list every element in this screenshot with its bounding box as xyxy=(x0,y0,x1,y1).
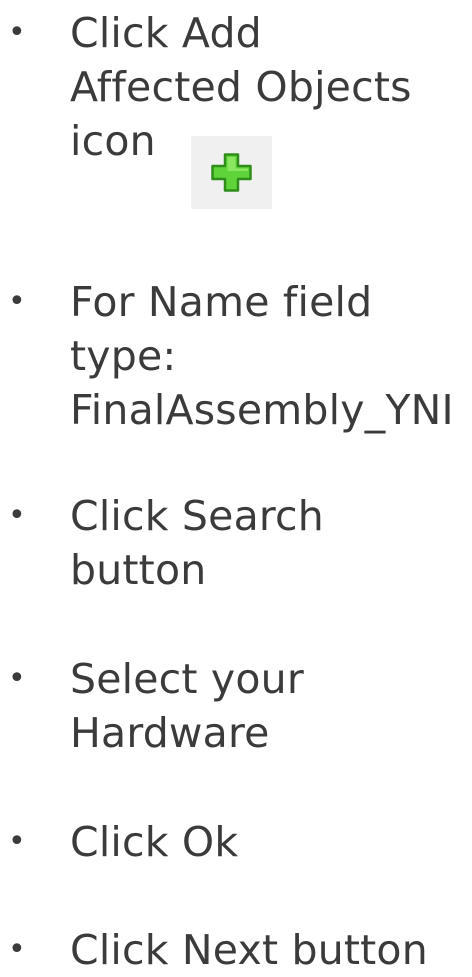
step-line: Select your xyxy=(70,655,304,703)
bullet: • xyxy=(8,498,26,533)
step-text: Click Ok xyxy=(70,815,470,869)
step-line: FinalAssembly_YNI xyxy=(70,386,454,434)
step-line: Click Search xyxy=(70,492,324,540)
step-text: Click Search button xyxy=(70,489,470,597)
step-line: For Name field xyxy=(70,278,373,326)
step-line: Hardware xyxy=(70,709,270,757)
step-line: Click Add xyxy=(70,9,262,57)
add-plus-icon xyxy=(211,153,252,192)
step-line: Click Ok xyxy=(70,818,239,866)
step-text: For Name field type: FinalAssembly_YNI xyxy=(70,275,470,437)
step-text: Click Next button xyxy=(70,923,470,977)
bullet: • xyxy=(8,824,26,859)
step-text: Select your Hardware xyxy=(70,652,470,760)
bullet: • xyxy=(8,284,26,319)
bullet: • xyxy=(8,15,26,50)
bullet: • xyxy=(8,932,26,967)
add-affected-objects-button[interactable] xyxy=(191,136,272,209)
step-line: button xyxy=(70,546,207,594)
step-line: Click Next button xyxy=(70,926,428,974)
step-line: type: xyxy=(70,332,177,380)
bullet: • xyxy=(8,661,26,696)
step-line: Affected Objects xyxy=(70,63,412,111)
